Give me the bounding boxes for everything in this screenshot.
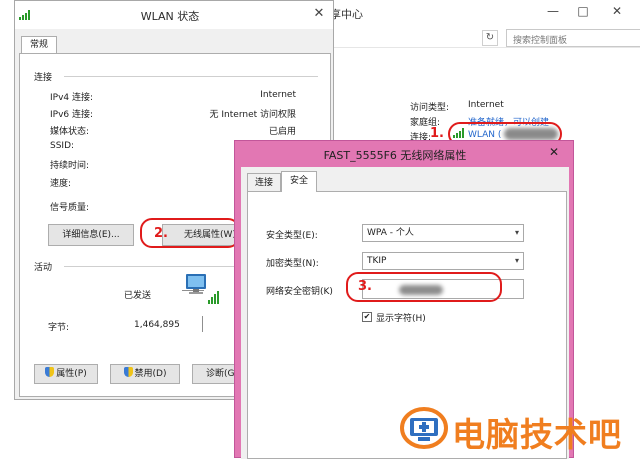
- access-type-value: Internet: [468, 100, 504, 110]
- minimize-button[interactable]: —: [540, 2, 566, 20]
- media-state-label: 媒体状态:: [50, 127, 90, 137]
- uac-shield-icon: [123, 367, 133, 377]
- encryption-type-value: TKIP: [367, 256, 387, 266]
- network-computer-icon: [184, 272, 220, 309]
- duration-label: 持续时间:: [50, 161, 90, 171]
- media-state-value: 已启用: [268, 127, 296, 137]
- address-bar: ↻ 搜索控制面板 ⌕: [330, 28, 640, 48]
- annotation-step-3: 3.: [358, 279, 372, 294]
- close-button[interactable]: ✕: [309, 5, 329, 23]
- search-input[interactable]: 搜索控制面板 ⌕: [506, 29, 640, 47]
- ipv6-value: 无 Internet 访问权限: [209, 110, 296, 120]
- refresh-icon[interactable]: ↻: [482, 30, 498, 46]
- access-type-label: 访问类型:: [410, 103, 450, 113]
- annotation-step-2: 2.: [154, 226, 168, 241]
- speed-label: 速度:: [50, 179, 72, 189]
- watermark: 电脑技术吧: [400, 404, 636, 454]
- activity-separator: [202, 316, 203, 332]
- close-button[interactable]: ✕: [541, 144, 567, 160]
- chevron-down-icon: ▾: [514, 256, 519, 265]
- security-type-value: WPA - 个人: [367, 228, 414, 238]
- sent-label: 已发送: [124, 291, 152, 301]
- uac-shield-icon: [45, 367, 55, 377]
- wlan-status-titlebar: WLAN 状态 ✕: [15, 1, 333, 29]
- details-button[interactable]: 详细信息(E)...: [48, 224, 134, 246]
- chevron-down-icon: ▾: [514, 228, 519, 237]
- control-panel-titlebar: 享中心 — □ ✕: [300, 0, 640, 24]
- ssid-label: SSID:: [50, 141, 75, 151]
- show-characters-label: 显示字符(H): [376, 314, 426, 324]
- disable-button[interactable]: 禁用(D): [110, 364, 180, 384]
- maximize-button[interactable]: □: [570, 2, 596, 20]
- tab-general[interactable]: 常规: [21, 36, 57, 54]
- tab-security[interactable]: 安全: [281, 171, 317, 192]
- bytes-label: 字节:: [48, 323, 70, 333]
- control-panel-title: 享中心: [330, 8, 363, 21]
- signal-quality-label: 信号质量:: [50, 203, 90, 213]
- properties-button-label: 属性(P): [56, 369, 87, 379]
- disable-button-label: 禁用(D): [134, 369, 167, 379]
- annotation-step-1: 1.: [430, 126, 444, 141]
- encryption-type-label: 加密类型(N):: [266, 259, 319, 269]
- tab-connection[interactable]: 连接: [247, 173, 281, 191]
- bytes-sent-value: 1,464,895: [134, 320, 180, 330]
- security-type-label: 安全类型(E):: [266, 231, 318, 241]
- show-characters-checkbox[interactable]: ✔: [362, 312, 372, 322]
- watermark-logo-icon: [400, 406, 448, 453]
- close-button[interactable]: ✕: [604, 2, 630, 20]
- watermark-text: 电脑技术吧: [452, 415, 622, 454]
- search-placeholder: 搜索控制面板: [513, 36, 568, 46]
- section-divider: [64, 76, 318, 77]
- properties-button[interactable]: 属性(P): [34, 364, 98, 384]
- ipv4-value: Internet: [260, 90, 296, 100]
- activity-section-heading: 活动: [34, 263, 53, 273]
- wlan-status-title: WLAN 状态: [140, 10, 200, 23]
- encryption-type-select[interactable]: TKIP ▾: [362, 252, 524, 270]
- ipv4-label: IPv4 连接:: [50, 93, 94, 103]
- security-type-select[interactable]: WPA - 个人 ▾: [362, 224, 524, 242]
- wireless-properties-title: FAST_5555F6 无线网络属性: [323, 149, 467, 162]
- connection-section-heading: 连接: [34, 73, 53, 83]
- network-key-label: 网络安全密钥(K): [266, 287, 333, 297]
- ipv6-label: IPv6 连接:: [50, 110, 94, 120]
